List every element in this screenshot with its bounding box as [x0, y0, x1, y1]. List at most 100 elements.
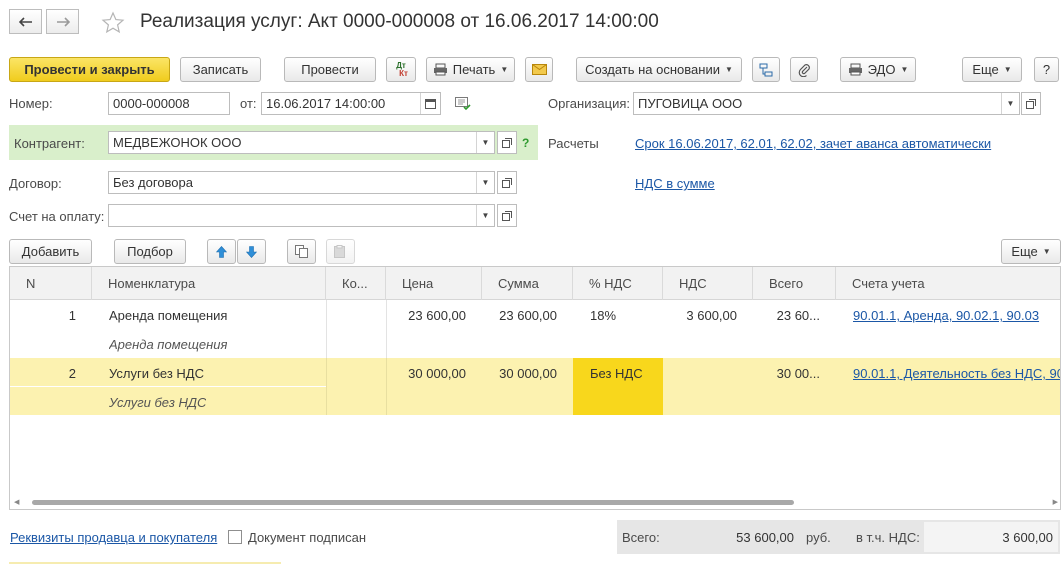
counterparty-open-button[interactable] [497, 131, 517, 154]
more-button[interactable]: Еще ▼ [962, 57, 1022, 82]
row-vat-rate[interactable]: 18% [590, 308, 616, 323]
column-header-accounts[interactable]: Счета учета [836, 267, 1060, 300]
kt-text: Кт [399, 68, 408, 78]
date-field[interactable]: 16.06.2017 14:00:00 [261, 92, 441, 115]
arrow-up-icon [216, 245, 227, 258]
hierarchy-icon [759, 63, 773, 76]
column-divider [386, 358, 387, 415]
organization-field[interactable]: ПУГОВИЦА ООО ▼ [633, 92, 1020, 115]
paste-icon [334, 245, 345, 258]
chevron-down-icon[interactable]: ▼ [476, 132, 494, 153]
invoice-open-button[interactable] [497, 204, 517, 227]
row-content[interactable]: Услуги без НДС [109, 395, 206, 410]
chevron-down-icon[interactable]: ▼ [1001, 93, 1019, 114]
vat-in-sum-link[interactable]: НДС в сумме [635, 176, 715, 191]
scrollbar-thumb[interactable] [32, 500, 794, 505]
pick-button[interactable]: Подбор [114, 239, 186, 264]
column-header-nomenclature[interactable]: Номенклатура [92, 267, 326, 300]
row-accounts-link[interactable]: 90.01.1, Аренда, 90.02.1, 90.03 [853, 308, 1060, 323]
save-label: Записать [192, 62, 249, 77]
column-header-total[interactable]: Всего [753, 267, 836, 300]
chevron-down-icon[interactable]: ▼ [476, 172, 494, 193]
more-label: Еще [972, 62, 999, 77]
copy-icon [295, 245, 308, 258]
row-nomenclature[interactable]: Аренда помещения [109, 308, 227, 323]
column-header-n[interactable]: N [10, 267, 92, 300]
contract-field[interactable]: Без договора ▼ [108, 171, 495, 194]
document-signed-checkbox[interactable] [228, 530, 242, 544]
column-header-vat-rate[interactable]: % НДС [573, 267, 663, 300]
total-value: 53 600,00 [736, 530, 794, 545]
forward-button[interactable] [46, 9, 79, 34]
calendar-button[interactable] [420, 93, 440, 114]
page-title: Реализация услуг: Акт 0000-000008 от 16.… [140, 11, 659, 32]
open-form-icon [502, 210, 512, 221]
row-price[interactable]: 30 000,00 [386, 366, 466, 381]
chevron-down-icon: ▼ [724, 65, 733, 74]
row-sum[interactable]: 23 600,00 [482, 308, 557, 323]
organization-open-button[interactable] [1021, 92, 1041, 115]
create-based-on-button[interactable]: Создать на основании ▼ [576, 57, 742, 82]
paste-rows-button[interactable] [326, 239, 355, 264]
save-button[interactable]: Записать [180, 57, 261, 82]
row-price[interactable]: 23 600,00 [386, 308, 466, 323]
row-number: 2 [68, 366, 76, 381]
post-button[interactable]: Провести [284, 57, 376, 82]
row-sum[interactable]: 30 000,00 [482, 366, 557, 381]
chevron-down-icon[interactable]: ▼ [476, 205, 494, 226]
help-button[interactable]: ? [1034, 57, 1059, 82]
attach-file-button[interactable] [790, 57, 818, 82]
column-header-vat[interactable]: НДС [663, 267, 753, 300]
invoice-field[interactable]: ▼ [108, 204, 495, 227]
column-header-quantity[interactable]: Ко... [326, 267, 386, 300]
row-vat-rate[interactable]: Без НДС [590, 366, 643, 381]
items-table[interactable]: N Номенклатура Ко... Цена Сумма % НДС НД… [9, 266, 1061, 510]
contract-open-button[interactable] [497, 171, 517, 194]
number-field[interactable]: 0000-000008 [108, 92, 230, 115]
dt-kt-button[interactable]: Дт Кт [386, 57, 416, 82]
print-button[interactable]: Печать ▼ [426, 57, 515, 82]
chevron-down-icon: ▼ [1003, 65, 1012, 74]
row-accounts-link[interactable]: 90.01.1, Деятельность без НДС, 90 [853, 366, 1060, 381]
table-row-selected[interactable]: 2 Услуги без НДС Услуги без НДС 30 000,0… [10, 358, 1060, 415]
table-header: N Номенклатура Ко... Цена Сумма % НДС НД… [10, 267, 1060, 300]
settlements-link[interactable]: Срок 16.06.2017, 62.01, 62.02, зачет ава… [635, 136, 991, 151]
calendar-icon [425, 99, 436, 109]
chevron-down-icon: ▼ [1042, 247, 1051, 256]
counterparty-label: Контрагент: [14, 136, 85, 151]
row-total[interactable]: 30 00... [753, 366, 820, 381]
row-content[interactable]: Аренда помещения [109, 337, 227, 352]
edo-button[interactable]: ЭДО ▼ [840, 57, 916, 82]
horizontal-scrollbar[interactable]: ◀ ▶ [14, 497, 1058, 507]
table-more-label: Еще [1011, 244, 1038, 259]
back-button[interactable] [9, 9, 42, 34]
help-question-icon[interactable]: ? [522, 136, 529, 150]
move-up-button[interactable] [207, 239, 236, 264]
row-total[interactable]: 23 60... [753, 308, 820, 323]
row-nomenclature[interactable]: Услуги без НДС [109, 366, 204, 381]
move-down-button[interactable] [237, 239, 266, 264]
scroll-right-icon[interactable]: ▶ [1053, 498, 1058, 506]
favorite-star-button[interactable] [101, 11, 125, 35]
post-and-close-button[interactable]: Провести и закрыть [9, 57, 170, 82]
counterparty-field[interactable]: МЕДВЕЖОНОК ООО ▼ [108, 131, 495, 154]
copy-rows-button[interactable] [287, 239, 316, 264]
send-email-button[interactable] [525, 57, 553, 82]
column-header-price[interactable]: Цена [386, 267, 482, 300]
yellow-underline-decoration [9, 562, 281, 564]
scroll-left-icon[interactable]: ◀ [14, 498, 19, 506]
open-form-icon [1026, 98, 1036, 109]
row-number: 1 [68, 308, 76, 323]
add-row-button[interactable]: Добавить [9, 239, 92, 264]
row-vat[interactable]: 3 600,00 [663, 308, 737, 323]
organization-label: Организация: [548, 96, 631, 111]
print-label: Печать [452, 62, 496, 77]
structure-button[interactable] [752, 57, 780, 82]
number-label: Номер: [9, 96, 53, 111]
date-value: 16.06.2017 14:00:00 [266, 96, 386, 111]
contract-label: Договор: [9, 176, 62, 191]
seller-buyer-requisites-link[interactable]: Реквизиты продавца и покупателя [10, 530, 217, 545]
table-more-button[interactable]: Еще ▼ [1001, 239, 1061, 264]
currency-label: руб. [806, 530, 831, 545]
column-header-sum[interactable]: Сумма [482, 267, 573, 300]
